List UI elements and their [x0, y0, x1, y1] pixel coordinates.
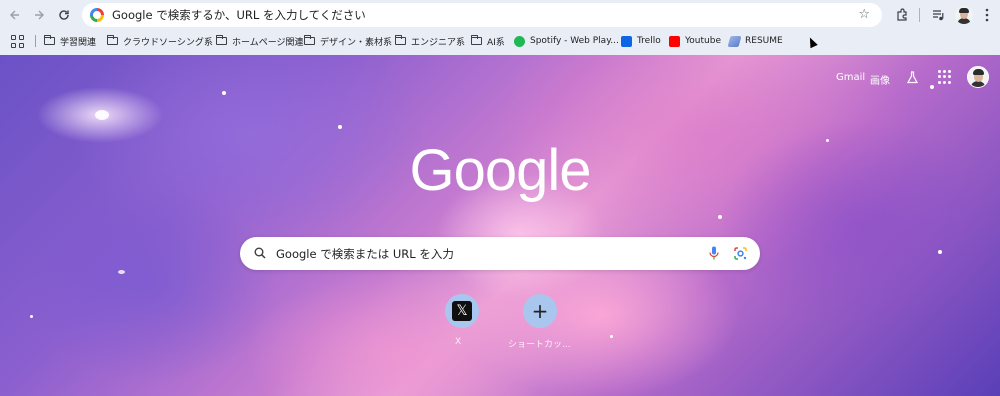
- folder-icon: [216, 35, 227, 45]
- browser-toolbar: Google で検索するか、URL を入力してください ☆: [0, 0, 1000, 30]
- trello-icon: [621, 35, 632, 47]
- bookmark-folder[interactable]: AI系: [471, 33, 505, 49]
- bookmark-label: AI系: [487, 37, 505, 48]
- bookmark-folder[interactable]: クラウドソーシング系: [107, 33, 213, 49]
- address-bar[interactable]: Google で検索するか、URL を入力してください ☆: [82, 3, 882, 27]
- profile-avatar-small[interactable]: [955, 6, 973, 24]
- search-input[interactable]: Google で検索または URL を入力: [240, 237, 760, 270]
- arrow-right-icon: [35, 10, 44, 20]
- folder-icon: [395, 35, 406, 45]
- arrow-left-icon: [10, 10, 19, 20]
- background-star: [30, 315, 33, 318]
- shortcut-label: ショートカッ...: [508, 340, 571, 350]
- bookmark-folder[interactable]: ホームページ関連: [216, 33, 304, 49]
- background-star: [95, 110, 109, 120]
- shortcut-label: X: [455, 337, 462, 347]
- gmail-link[interactable]: Gmail: [836, 72, 865, 83]
- bookmark-folder[interactable]: 学習関連: [44, 33, 96, 49]
- background-star: [718, 215, 722, 219]
- background-star: [118, 270, 125, 274]
- folder-icon: [107, 35, 118, 45]
- search-icon: [254, 247, 266, 259]
- google-logo: Google: [409, 138, 591, 203]
- folder-icon: [304, 35, 315, 45]
- resume-icon: [727, 35, 742, 47]
- labs-flask-icon[interactable]: [904, 69, 920, 85]
- bookmark-label: ホームページ関連: [232, 37, 304, 48]
- toolbar-divider: [919, 8, 920, 22]
- background-star: [610, 335, 613, 338]
- bookmark-youtube[interactable]: Youtube: [669, 33, 721, 49]
- profile-avatar[interactable]: [967, 66, 989, 88]
- google-apps-icon[interactable]: [938, 70, 952, 84]
- bookmark-label: Spotify - Web Play...: [530, 36, 619, 46]
- bookmark-label: デザイン・素材系: [320, 37, 393, 48]
- media-control-icon[interactable]: [929, 6, 947, 24]
- plus-icon: +: [531, 299, 549, 323]
- google-lens-icon[interactable]: [733, 246, 748, 261]
- bookmark-label: エンジニア系: [411, 37, 466, 48]
- bookmark-star-icon[interactable]: ☆: [858, 7, 870, 22]
- bookmark-label: クラウドソーシング系: [123, 37, 213, 48]
- bookmark-label: 学習関連: [60, 37, 97, 48]
- bookmark-resume[interactable]: RESUME: [727, 33, 783, 49]
- background-star: [222, 91, 226, 95]
- forward-button[interactable]: [28, 4, 50, 26]
- reload-icon: [59, 10, 69, 20]
- new-tab-page-background: [0, 55, 1000, 396]
- bookmark-folder[interactable]: エンジニア系: [395, 33, 465, 49]
- background-star: [938, 250, 942, 254]
- background-star: [826, 139, 829, 142]
- spotify-icon: [514, 35, 525, 47]
- folder-icon: [471, 35, 482, 45]
- bookmark-label: Youtube: [685, 36, 721, 46]
- reload-button[interactable]: [53, 4, 75, 26]
- add-shortcut-button[interactable]: +: [523, 294, 557, 328]
- bookmark-label: Trello: [637, 36, 661, 46]
- bookmark-folder[interactable]: デザイン・素材系: [304, 33, 392, 49]
- images-link[interactable]: 画像: [870, 72, 890, 87]
- microphone-icon[interactable]: [709, 246, 719, 261]
- apps-grid-icon[interactable]: [10, 34, 24, 48]
- youtube-icon: [669, 35, 680, 47]
- shortcut-x[interactable]: 𝕏: [445, 294, 479, 328]
- back-button[interactable]: [4, 4, 26, 26]
- kebab-menu-icon[interactable]: [978, 6, 996, 24]
- bookmark-label: RESUME: [745, 36, 783, 46]
- google-g-icon: [90, 8, 104, 22]
- bookmark-trello[interactable]: Trello: [621, 33, 661, 49]
- folder-icon: [44, 35, 55, 45]
- search-placeholder: Google で検索または URL を入力: [276, 247, 454, 261]
- background-star: [338, 125, 342, 129]
- bookmarks-separator: [35, 35, 36, 47]
- x-logo-icon: 𝕏: [452, 301, 472, 321]
- extensions-icon[interactable]: [893, 6, 911, 24]
- address-bar-text: Google で検索するか、URL を入力してください: [112, 8, 366, 22]
- background-star: [930, 85, 934, 89]
- bookmark-spotify[interactable]: Spotify - Web Play...: [514, 33, 619, 49]
